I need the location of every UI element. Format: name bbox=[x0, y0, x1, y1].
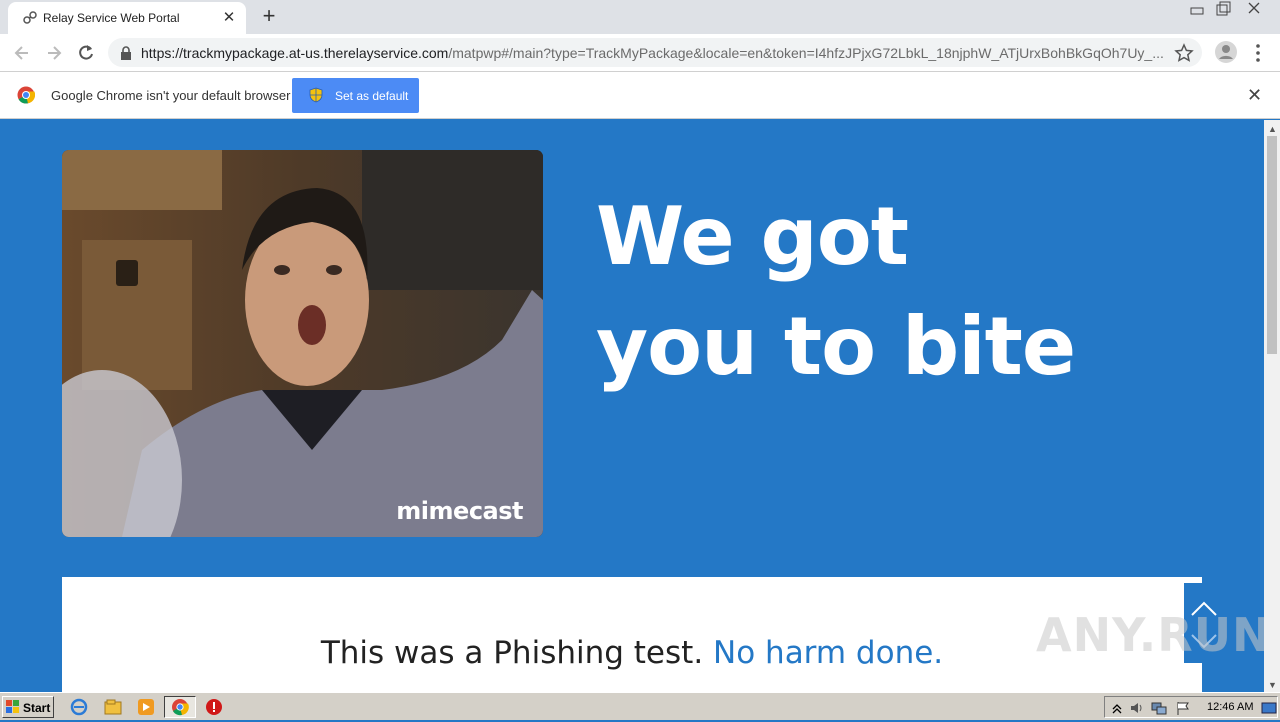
reload-icon[interactable] bbox=[74, 41, 98, 65]
phishing-notice-text: This was a Phishing test. No harm done. bbox=[62, 635, 1202, 671]
tab-title: Relay Service Web Portal bbox=[43, 11, 180, 25]
action-center-flag-icon[interactable] bbox=[1175, 700, 1191, 716]
minimize-button[interactable] bbox=[1184, 0, 1210, 20]
back-arrow-icon[interactable] bbox=[10, 41, 34, 65]
start-button[interactable]: Start bbox=[2, 696, 54, 718]
anyrun-watermark: ANY.RUN bbox=[1036, 608, 1264, 662]
tab-strip: Relay Service Web Portal ✕ + bbox=[0, 0, 1280, 34]
new-tab-button[interactable]: + bbox=[257, 5, 281, 29]
volume-icon[interactable] bbox=[1129, 700, 1145, 716]
tab-close-icon[interactable]: ✕ bbox=[220, 9, 238, 27]
browser-toolbar: https://trackmypackage.at-us.therelayser… bbox=[0, 34, 1280, 72]
kebab-menu-icon[interactable] bbox=[1248, 41, 1268, 65]
file-explorer-icon[interactable] bbox=[104, 698, 122, 716]
start-label: Start bbox=[23, 701, 51, 715]
notice-main: This was a Phishing test. bbox=[320, 635, 704, 671]
reaction-gif-image: mimecast bbox=[62, 150, 543, 537]
infobar-close-icon[interactable]: ✕ bbox=[1247, 86, 1265, 104]
url-path: /matpwp#/main?type=TrackMyPackage&locale… bbox=[448, 45, 1164, 61]
window-close-button[interactable] bbox=[1242, 0, 1268, 20]
chrome-logo-icon bbox=[17, 86, 36, 109]
set-as-default-label: Set as default bbox=[335, 89, 409, 103]
shield-icon bbox=[308, 87, 324, 106]
scrollbar-thumb[interactable] bbox=[1267, 136, 1277, 354]
address-bar[interactable]: https://trackmypackage.at-us.therelayser… bbox=[108, 38, 1202, 67]
notice-highlight: No harm done. bbox=[713, 635, 944, 671]
default-browser-infobar: Google Chrome isn't your default browser… bbox=[0, 72, 1280, 119]
windows-taskbar: Start 12:46 AM bbox=[0, 692, 1280, 720]
show-desktop-icon[interactable] bbox=[1261, 700, 1277, 716]
mimecast-watermark: mimecast bbox=[396, 497, 523, 525]
url-host: https://trackmypackage.at-us.therelayser… bbox=[141, 45, 449, 61]
system-tray: 12:46 AM bbox=[1104, 696, 1278, 718]
taskbar-clock[interactable]: 12:46 AM bbox=[1207, 701, 1253, 713]
internet-explorer-icon[interactable] bbox=[70, 698, 88, 716]
url-text[interactable]: https://trackmypackage.at-us.therelayser… bbox=[141, 45, 1171, 61]
tab-active[interactable]: Relay Service Web Portal ✕ bbox=[8, 2, 246, 34]
profile-avatar-icon[interactable] bbox=[1214, 40, 1238, 64]
bookmark-star-icon[interactable] bbox=[1174, 43, 1194, 68]
stop-sign-icon[interactable] bbox=[205, 698, 223, 716]
tray-expand-icon[interactable] bbox=[1109, 700, 1125, 716]
windows-flag-icon bbox=[6, 700, 20, 717]
network-icon[interactable] bbox=[1151, 700, 1167, 716]
scroll-up-arrow-icon[interactable]: ▲ bbox=[1268, 124, 1277, 134]
page-content: mimecast We got you to bite This was a P… bbox=[0, 120, 1264, 692]
restore-button[interactable] bbox=[1210, 0, 1236, 20]
phishing-notice-card: This was a Phishing test. No harm done. bbox=[62, 577, 1202, 692]
chrome-taskbar-icon[interactable] bbox=[164, 696, 196, 718]
page-scrollbar[interactable]: ▲ ▼ bbox=[1264, 120, 1280, 692]
media-player-icon[interactable] bbox=[137, 698, 155, 716]
lock-icon[interactable] bbox=[120, 46, 132, 65]
headline: We got you to bite bbox=[596, 190, 1076, 393]
scroll-down-arrow-icon[interactable]: ▼ bbox=[1268, 680, 1277, 690]
set-as-default-button[interactable]: Set as default bbox=[292, 78, 419, 113]
infobar-message: Google Chrome isn't your default browser bbox=[51, 88, 291, 103]
forward-arrow-icon[interactable] bbox=[42, 41, 66, 65]
relay-favicon-icon bbox=[22, 10, 38, 26]
